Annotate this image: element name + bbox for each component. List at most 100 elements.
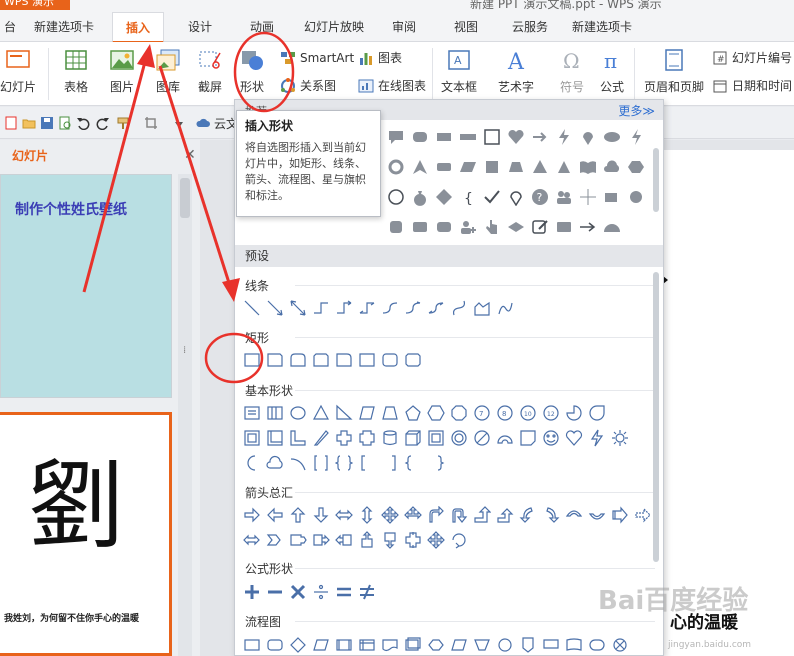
basic-a-shape-1[interactable]: [243, 404, 261, 422]
rect-shape-2[interactable]: [266, 351, 284, 369]
line-shape-10[interactable]: [450, 299, 468, 317]
edit-icon[interactable]: [531, 218, 549, 236]
line-shape-4[interactable]: [312, 299, 330, 317]
arrow-a-shape-5[interactable]: [335, 506, 353, 524]
square-outline-icon[interactable]: [483, 128, 501, 146]
arrow-a-shape-4[interactable]: [312, 506, 330, 524]
line-shape-9[interactable]: [427, 299, 445, 317]
basic-a-shape-8[interactable]: [404, 404, 422, 422]
card-icon[interactable]: [555, 218, 573, 236]
arrow-b-shape-2[interactable]: [266, 531, 284, 549]
arrow-a-shape-18[interactable]: [634, 506, 652, 524]
hand-pointer-icon[interactable]: [483, 218, 501, 236]
arrow-b-shape-9[interactable]: [427, 531, 445, 549]
arrow-a-shape-2[interactable]: [266, 506, 284, 524]
parallelogram-icon[interactable]: [459, 158, 477, 176]
flow-shape-9[interactable]: [427, 636, 445, 654]
rounded-rect-icon[interactable]: [411, 128, 429, 146]
tab-cloud[interactable]: 云服务: [508, 12, 552, 42]
basic-b-shape-14[interactable]: [542, 429, 560, 447]
people-icon[interactable]: [555, 188, 573, 206]
basic-b-shape-12[interactable]: [496, 429, 514, 447]
person-add-icon[interactable]: [459, 218, 477, 236]
online-chart-button[interactable]: 在线图表: [358, 76, 426, 96]
banner-icon[interactable]: [459, 128, 477, 146]
tab-slideshow[interactable]: 幻灯片放映: [300, 12, 368, 42]
basic-b-shape-3[interactable]: [289, 429, 307, 447]
basic-a-shape-11[interactable]: 7: [473, 404, 491, 422]
basic-a-shape-12[interactable]: 8: [496, 404, 514, 422]
flow-shape-1[interactable]: [243, 636, 261, 654]
arrow-a-shape-13[interactable]: [519, 506, 537, 524]
tag-icon[interactable]: [603, 188, 621, 206]
symbol-button[interactable]: Ω 符号: [550, 42, 594, 106]
arrow-a-shape-16[interactable]: [588, 506, 606, 524]
book-icon[interactable]: [579, 158, 597, 176]
line-shape-3[interactable]: [289, 299, 307, 317]
cylinder-icon[interactable]: [387, 218, 405, 236]
cloud-icon[interactable]: [196, 116, 210, 130]
flow-shape-10[interactable]: [450, 636, 468, 654]
basic-a-shape-14[interactable]: 12: [542, 404, 560, 422]
tab-slides[interactable]: 幻灯片: [0, 144, 48, 168]
trapezoid-icon[interactable]: [507, 158, 525, 176]
basic-c-shape-1[interactable]: [243, 454, 261, 472]
basic-b-shape-6[interactable]: [358, 429, 376, 447]
basic-a-shape-10[interactable]: [450, 404, 468, 422]
shapes-button[interactable]: 形状: [232, 42, 272, 106]
wordart-button[interactable]: A 艺术字: [490, 42, 542, 106]
flow-shape-6[interactable]: [358, 636, 376, 654]
line-shape-2[interactable]: [266, 299, 284, 317]
redo-icon[interactable]: [96, 116, 110, 130]
rect-shape-6[interactable]: [358, 351, 376, 369]
rect-shape-5[interactable]: [335, 351, 353, 369]
basic-b-shape-13[interactable]: [519, 429, 537, 447]
basic-b-shape-7[interactable]: [381, 429, 399, 447]
money-bag-icon[interactable]: [411, 188, 429, 206]
basic-c-shape-9[interactable]: [427, 454, 445, 472]
arrow-a-shape-3[interactable]: [289, 506, 307, 524]
basic-a-shape-16[interactable]: [588, 404, 606, 422]
basic-b-shape-1[interactable]: [243, 429, 261, 447]
format-painter-icon[interactable]: [116, 116, 130, 130]
question-icon[interactable]: ?: [531, 188, 549, 206]
arrow-a-shape-8[interactable]: [404, 506, 422, 524]
line-shape-6[interactable]: [358, 299, 376, 317]
undo-icon[interactable]: [76, 116, 90, 130]
rounded-box-icon[interactable]: [435, 218, 453, 236]
slide-number-button[interactable]: # 幻灯片编号: [712, 48, 792, 68]
arrow-a-shape-12[interactable]: [496, 506, 514, 524]
flow-shape-5[interactable]: [335, 636, 353, 654]
new-slide-button[interactable]: 幻灯片: [0, 42, 44, 106]
ellipse-icon[interactable]: [603, 128, 621, 146]
pin-icon[interactable]: [579, 128, 597, 146]
tab-home[interactable]: 台: [0, 12, 20, 42]
header-footer-button[interactable]: 页眉和页脚: [640, 42, 708, 106]
pointer-icon[interactable]: [411, 158, 429, 176]
basic-c-shape-3[interactable]: [289, 454, 307, 472]
arrow-a-shape-9[interactable]: [427, 506, 445, 524]
line-shape-12[interactable]: [496, 299, 514, 317]
slide-thumbnail-1[interactable]: 制作个性姓氏壁纸: [0, 174, 172, 398]
bolt-icon[interactable]: [627, 128, 645, 146]
right-arrow-icon[interactable]: [579, 218, 597, 236]
flow-shape-17[interactable]: [611, 636, 629, 654]
diamond-flat-icon[interactable]: [507, 218, 525, 236]
ribbon-shape-icon[interactable]: [435, 128, 453, 146]
basic-a-shape-5[interactable]: [335, 404, 353, 422]
basic-a-shape-7[interactable]: [381, 404, 399, 422]
line-shape-5[interactable]: [335, 299, 353, 317]
formula-shape-6[interactable]: [358, 583, 376, 601]
arrow-a-shape-7[interactable]: [381, 506, 399, 524]
double-arrow-icon[interactable]: [531, 128, 549, 146]
brace-icon[interactable]: {: [459, 188, 477, 206]
chart-button[interactable]: 图表: [358, 48, 402, 68]
arrow-b-shape-1[interactable]: [243, 531, 261, 549]
line-shape-11[interactable]: [473, 299, 491, 317]
gallery-button[interactable]: 图库: [146, 42, 190, 106]
arrow-b-shape-7[interactable]: [381, 531, 399, 549]
close-icon[interactable]: ✕: [184, 148, 198, 162]
basic-c-shape-8[interactable]: [404, 454, 422, 472]
tab-design[interactable]: 设计: [184, 12, 216, 42]
picture-button[interactable]: 图片: [100, 42, 144, 106]
